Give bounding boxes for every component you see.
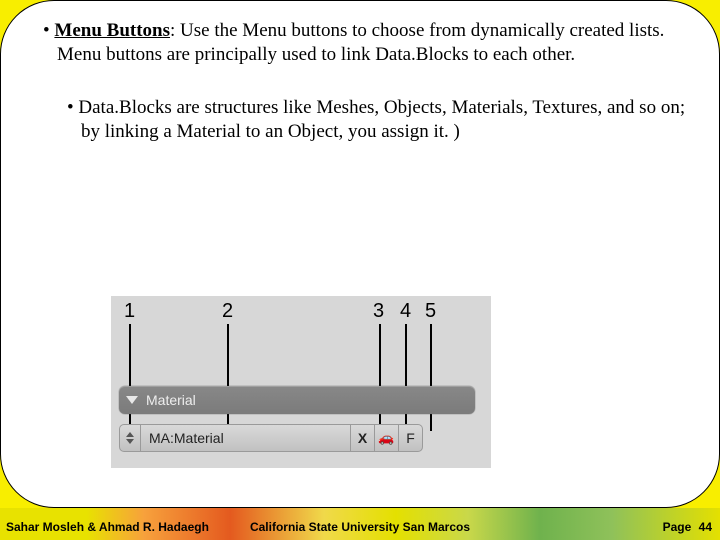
fake-user-button[interactable]: F <box>399 424 423 452</box>
content-panel: • Menu Buttons: Use the Menu buttons to … <box>0 0 720 508</box>
footer-page-label: Page <box>663 520 692 534</box>
x-icon: X <box>358 430 367 446</box>
car-icon: 🚗 <box>378 430 394 446</box>
updown-stepper[interactable] <box>119 424 141 452</box>
callout-number-5: 5 <box>425 300 436 323</box>
callout-line-2 <box>227 324 229 431</box>
callout-line-1 <box>129 324 131 431</box>
chevron-up-icon <box>126 432 134 437</box>
dropdown-triangle-icon <box>126 396 138 404</box>
figure-menu-button: 1 2 3 4 5 Material MA:Material <box>111 296 491 468</box>
slide: • Menu Buttons: Use the Menu buttons to … <box>0 0 720 540</box>
bullet-menu-buttons: • Menu Buttons: Use the Menu buttons to … <box>43 19 691 68</box>
callout-number-2: 2 <box>222 300 233 323</box>
menu-button-header-label: Material <box>146 392 196 408</box>
f-label: F <box>406 430 415 446</box>
footer-page: Page 44 <box>663 520 712 534</box>
callout-number-1: 1 <box>124 300 135 323</box>
menu-buttons-label: Menu Buttons <box>54 20 170 41</box>
menu-button-header[interactable]: Material <box>119 386 475 414</box>
auto-button[interactable]: 🚗 <box>375 424 399 452</box>
callout-number-4: 4 <box>400 300 411 323</box>
callout-line-5 <box>430 324 432 431</box>
footer-authors: Sahar Mosleh & Ahmad R. Hadaegh <box>6 520 209 534</box>
delete-button[interactable]: X <box>351 424 375 452</box>
chevron-down-icon <box>126 439 134 444</box>
datablock-name-text: MA:Material <box>149 430 224 446</box>
footer-university: California State University San Marcos <box>250 520 470 534</box>
callout-line-4 <box>405 324 407 431</box>
menu-button-row: MA:Material X 🚗 F <box>119 424 423 452</box>
datablock-name-field[interactable]: MA:Material <box>141 424 351 452</box>
callout-number-3: 3 <box>373 300 384 323</box>
bullet-datablocks: • Data.Blocks are structures like Meshes… <box>67 96 691 145</box>
footer: Sahar Mosleh & Ahmad R. Hadaegh Californ… <box>0 508 720 540</box>
footer-page-number: 44 <box>699 520 712 534</box>
datablocks-text: Data.Blocks are structures like Meshes, … <box>78 97 685 142</box>
callout-line-3 <box>379 324 381 431</box>
